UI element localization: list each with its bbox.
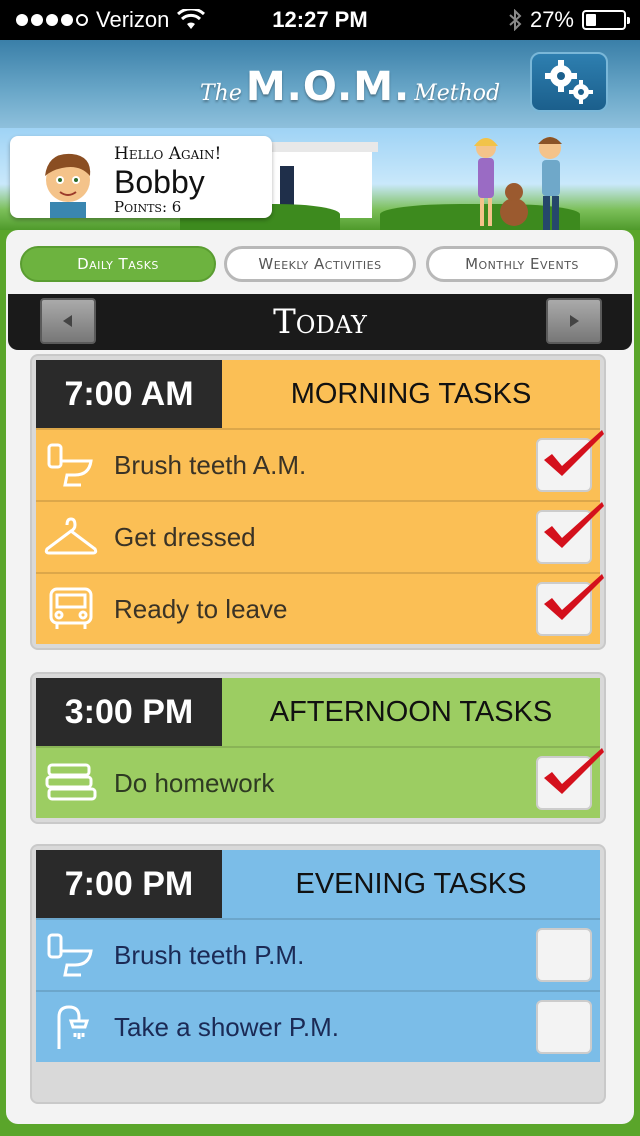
logo-mom: M.O.M. [245, 64, 411, 110]
task-label: Brush teeth P.M. [114, 939, 305, 970]
gear-icon [545, 60, 593, 104]
group-label: MORNING TASKS [222, 360, 600, 428]
user-name: Bobby [114, 164, 205, 200]
task-label: Brush teeth A.M. [114, 449, 307, 480]
status-bar: Verizon 12:27 PM 27% [0, 0, 640, 40]
day-title: Today [273, 302, 367, 342]
task-label: Take a shower P.M. [114, 1011, 339, 1042]
avatar [45, 153, 91, 218]
task-label: Ready to leave [114, 593, 288, 624]
task-checkbox[interactable] [536, 1000, 592, 1054]
group-time: 7:00 AM [36, 360, 222, 428]
bus-icon [42, 584, 100, 634]
status-right: 27% [508, 7, 630, 33]
task-group-evening: 7:00 PM EVENING TASKS Brush teeth P.M. T… [30, 844, 606, 1104]
checkmark-icon [544, 574, 604, 620]
task-row[interactable]: Do homework [36, 746, 604, 818]
app-logo: The M.O.M. Method [200, 64, 500, 110]
day-navigation: Today [8, 294, 632, 350]
books-icon [42, 758, 100, 808]
shower-icon [42, 1002, 100, 1052]
tab-monthly-events[interactable]: Monthly Events [426, 246, 618, 282]
greeting-card: Hello Again! Bobby Points: 6 [10, 136, 272, 218]
task-label: Do homework [114, 767, 275, 798]
task-checkbox[interactable] [536, 928, 592, 982]
checkmark-icon [544, 430, 604, 476]
app-header: The M.O.M. Method [0, 40, 640, 128]
checkmark-icon [544, 748, 604, 794]
points-label: Points: 6 [114, 198, 182, 216]
tab-daily-tasks[interactable]: Daily Tasks [20, 246, 216, 282]
group-time: 3:00 PM [36, 678, 222, 746]
toilet-icon [42, 440, 100, 490]
task-group-header: 7:00 PM EVENING TASKS [36, 850, 600, 918]
greeting-hello: Hello Again! [114, 144, 222, 164]
task-checkbox[interactable] [536, 574, 604, 636]
group-time: 7:00 PM [36, 850, 222, 918]
right-arrow-icon [570, 315, 579, 327]
task-checkbox[interactable] [536, 502, 604, 564]
hanger-icon [42, 512, 100, 562]
family-illustration [474, 137, 562, 230]
task-group-morning: 7:00 AM MORNING TASKS Brush teeth A.M. G… [30, 354, 606, 650]
toilet-icon [42, 930, 100, 980]
task-checkbox[interactable] [536, 430, 604, 492]
task-row[interactable]: Take a shower P.M. [36, 990, 600, 1062]
task-group-afternoon: 3:00 PM AFTERNOON TASKS Do homework [30, 672, 606, 824]
task-label: Get dressed [114, 521, 256, 552]
group-label: AFTERNOON TASKS [222, 678, 600, 746]
logo-the: The [200, 81, 242, 106]
tab-weekly-activities[interactable]: Weekly Activities [224, 246, 416, 282]
task-row[interactable]: Get dressed [36, 500, 604, 572]
task-group-header: 7:00 AM MORNING TASKS [36, 360, 600, 428]
next-day-button[interactable] [546, 298, 602, 344]
battery-icon [582, 10, 630, 30]
battery-percent: 27% [529, 7, 574, 32]
settings-button[interactable] [530, 52, 608, 112]
bluetooth-icon [509, 9, 522, 31]
task-checkbox[interactable] [536, 748, 604, 810]
logo-method: Method [414, 81, 501, 106]
checkmark-icon [544, 502, 604, 548]
period-tabs: Daily Tasks Weekly Activities Monthly Ev… [20, 246, 620, 286]
task-row[interactable]: Ready to leave [36, 572, 604, 644]
task-row[interactable]: Brush teeth P.M. [36, 918, 600, 990]
group-label: EVENING TASKS [222, 850, 600, 918]
task-group-header: 3:00 PM AFTERNOON TASKS [36, 678, 600, 746]
task-row[interactable]: Brush teeth A.M. [36, 428, 604, 500]
main-card: Daily Tasks Weekly Activities Monthly Ev… [6, 230, 634, 1124]
